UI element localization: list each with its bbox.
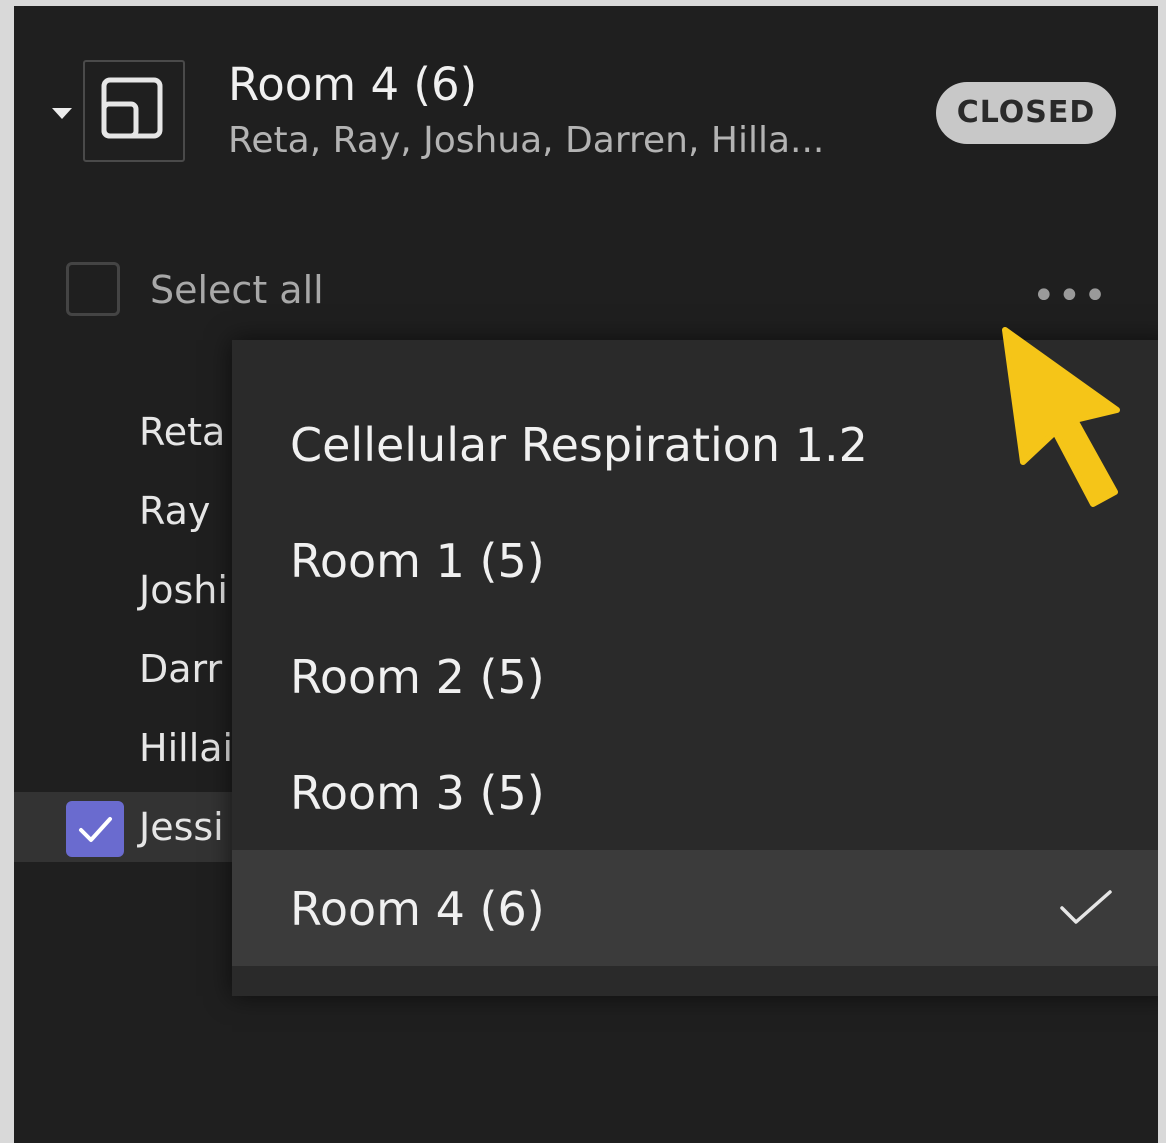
participant-name[interactable]: Ray <box>139 489 210 533</box>
menu-item[interactable]: Room 1 (5) <box>232 502 1158 618</box>
pointer-cursor-icon <box>1002 327 1120 507</box>
participant-name[interactable]: Jessi <box>139 805 224 849</box>
menu-item[interactable]: Room 2 (5) <box>232 618 1158 734</box>
collapse-caret-icon[interactable] <box>52 108 72 119</box>
menu-item[interactable]: Room 3 (5) <box>232 734 1158 850</box>
menu-item-label: Room 1 (5) <box>290 534 545 588</box>
breakout-rooms-panel: Room 4 (6) Reta, Ray, Joshua, Darren, Hi… <box>14 6 1158 1143</box>
more-options-icon[interactable]: ••• <box>1032 276 1109 316</box>
menu-item-label: Cellelular Respiration 1.2 <box>290 418 868 472</box>
menu-item-selected[interactable]: Room 4 (6) <box>232 850 1158 966</box>
menu-item-label: Room 3 (5) <box>290 766 545 820</box>
room-icon <box>83 60 185 162</box>
check-icon <box>79 817 112 842</box>
menu-item-label: Room 4 (6) <box>290 882 545 936</box>
select-all-label[interactable]: Select all <box>150 268 324 312</box>
participant-name[interactable]: Reta <box>139 410 225 454</box>
select-all-checkbox[interactable] <box>66 262 120 316</box>
room-members-preview: Reta, Ray, Joshua, Darren, Hilla... <box>228 120 825 161</box>
room-title: Room 4 (6) <box>228 58 478 111</box>
status-badge: CLOSED <box>936 82 1116 144</box>
menu-item-label: Room 2 (5) <box>290 650 545 704</box>
participant-name[interactable]: Joshi <box>139 568 228 612</box>
participant-checkbox-checked[interactable] <box>66 801 124 857</box>
checkmark-icon <box>1060 890 1112 924</box>
participant-name[interactable]: Hillai <box>139 726 233 770</box>
participant-name[interactable]: Darr <box>139 647 222 691</box>
